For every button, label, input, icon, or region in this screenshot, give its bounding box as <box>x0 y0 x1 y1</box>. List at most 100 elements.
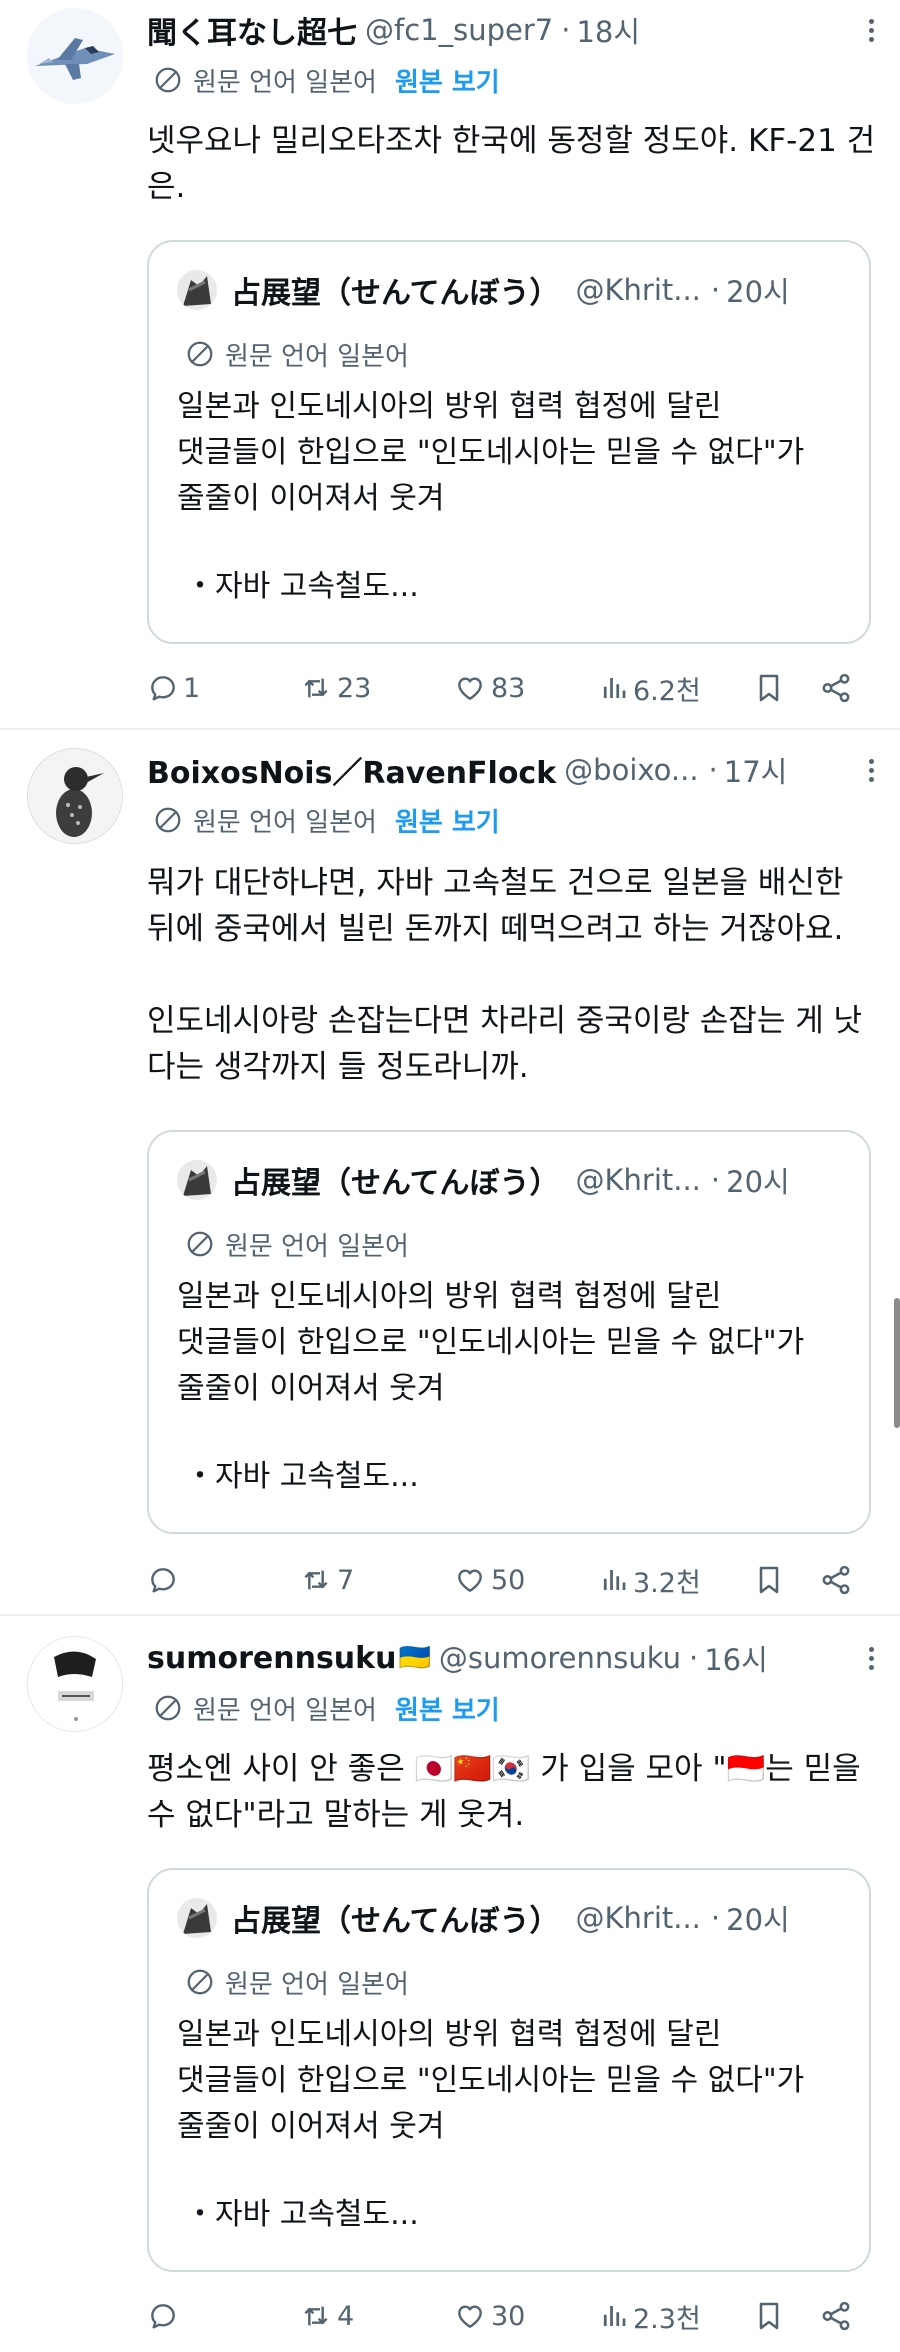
bookmark-button[interactable] <box>753 2292 785 2340</box>
tweet-text: 뭐가 대단하냐면, 자바 고속철도 건으로 일본을 배신한 뒤에 중국에서 빌린… <box>147 860 876 1090</box>
quote-translation-label: 원문 언어 일본어 <box>225 1231 409 1262</box>
repost-button[interactable]: 23 <box>299 664 371 712</box>
share-icon <box>819 671 853 705</box>
avatar[interactable] <box>27 1636 123 1732</box>
tweet-text-part: 가 입을 모아 " <box>530 1751 727 1787</box>
translation-label: 원문 언어 일본어 <box>193 1695 377 1726</box>
separator: · <box>710 1901 721 1935</box>
repost-icon <box>299 1564 333 1596</box>
quoted-tweet[interactable]: 占展望（せんてんぼう） @Khrit... · 20시 원문 언어 일본어 일본… <box>147 1868 871 2272</box>
jet-avatar-icon <box>27 8 123 104</box>
like-icon <box>453 672 487 704</box>
avatar[interactable] <box>27 8 123 104</box>
display-name[interactable]: BoixosNois／RavenFlock <box>147 748 556 792</box>
show-original-link[interactable]: 원본 보기 <box>395 62 500 99</box>
views-button[interactable]: 3.2천 <box>599 1556 701 1604</box>
reply-icon <box>147 2300 179 2332</box>
translate-icon <box>185 1967 215 1997</box>
flag-emoji: 🇮🇩 <box>726 1751 766 1787</box>
views-button[interactable]: 2.3천 <box>599 2292 701 2340</box>
translate-icon <box>153 805 183 835</box>
view-count: 3.2천 <box>633 1567 701 1599</box>
more-icon[interactable] <box>856 748 886 792</box>
display-name[interactable]: sumorennsuku <box>147 1641 396 1676</box>
quoted-tweet[interactable]: 占展望（せんてんぼう） @Khrit... · 20시 원문 언어 일본어 일본… <box>147 240 871 644</box>
translation-row: 원문 언어 일본어 원본 보기 <box>153 800 500 840</box>
share-button[interactable] <box>819 664 853 712</box>
avatar[interactable] <box>27 748 123 844</box>
view-count: 6.2천 <box>633 675 701 707</box>
translation-label: 원문 언어 일본어 <box>193 67 377 98</box>
more-icon[interactable] <box>856 1636 886 1680</box>
reply-button[interactable]: 1 <box>147 664 200 712</box>
show-original-link[interactable]: 원본 보기 <box>395 802 500 839</box>
like-count: 83 <box>491 672 526 704</box>
separator: · <box>561 13 571 47</box>
like-icon <box>453 1564 487 1596</box>
show-original-link[interactable]: 원본 보기 <box>395 1690 500 1727</box>
user-handle[interactable]: @fc1_super7 <box>365 13 553 47</box>
quote-line: 줄줄이 이어져서 웃겨 <box>177 1371 445 1406</box>
quote-header: 占展望（せんてんぼう） @Khrit... · 20시 <box>177 1896 790 1940</box>
views-button[interactable]: 6.2천 <box>599 664 701 712</box>
tweet-paragraph: 넷우요나 밀리오타조차 한국에 동정할 정도야. KF-21 건은. <box>147 123 876 205</box>
name-flag: 🇺🇦 <box>398 1643 431 1673</box>
bookmark-button[interactable] <box>753 664 785 712</box>
display-name[interactable]: 聞く耳なし超七 <box>147 8 357 52</box>
quote-bullet: ・자바 고속철도... <box>185 1459 419 1494</box>
repost-count: 7 <box>337 1564 355 1596</box>
raven-avatar-icon <box>28 749 122 843</box>
quote-handle: @Khrit... <box>575 1163 701 1197</box>
reply-button[interactable] <box>147 1556 183 1604</box>
timestamp[interactable]: 16시 <box>704 1637 768 1679</box>
separator: · <box>710 273 721 307</box>
tweet-header: BoixosNois／RavenFlock @boixo... · 17시 <box>147 748 880 792</box>
tweet[interactable]: sumorennsuku 🇺🇦 @sumorennsuku · 16시 원문 언… <box>0 1616 900 2352</box>
bookmark-icon <box>753 2299 785 2333</box>
translate-icon <box>185 339 215 369</box>
reply-button[interactable] <box>147 2292 183 2340</box>
reply-count: 1 <box>183 672 201 704</box>
like-count: 30 <box>491 2300 526 2332</box>
quote-avatar <box>177 1160 217 1200</box>
quote-text: 일본과 인도네시아의 방위 협력 협정에 달린 댓글들이 한입으로 "인도네시아… <box>177 1274 849 1412</box>
like-button[interactable]: 50 <box>453 1556 525 1604</box>
like-button[interactable]: 30 <box>453 2292 525 2340</box>
like-button[interactable]: 83 <box>453 664 525 712</box>
translate-icon <box>153 1693 183 1723</box>
flag-emojis: 🇯🇵🇨🇳🇰🇷 <box>414 1751 531 1787</box>
repost-button[interactable]: 7 <box>299 1556 354 1604</box>
quote-bullet: ・자바 고속철도... <box>185 569 419 604</box>
scrollbar[interactable] <box>894 1298 900 1428</box>
quote-line: 댓글들이 한입으로 "인도네시아는 믿을 수 없다"가 <box>177 1325 805 1360</box>
like-icon <box>453 2300 487 2332</box>
bookmark-icon <box>753 1563 785 1597</box>
view-count: 2.3천 <box>633 2303 701 2335</box>
quote-bullet: ・자바 고속철도... <box>185 2197 419 2232</box>
timestamp[interactable]: 18시 <box>576 9 640 51</box>
quote-handle: @Khrit... <box>575 1901 701 1935</box>
views-icon <box>599 2300 629 2332</box>
user-handle[interactable]: @boixo... <box>564 753 698 787</box>
views-icon <box>599 672 629 704</box>
quote-text: 일본과 인도네시아의 방위 협력 협정에 달린 댓글들이 한입으로 "인도네시아… <box>177 384 849 522</box>
quote-line: 일본과 인도네시아의 방위 협력 협정에 달린 <box>177 1279 722 1314</box>
tweet[interactable]: 聞く耳なし超七 @fc1_super7 · 18시 원문 언어 일본어 원본 보… <box>0 0 900 728</box>
bookmark-button[interactable] <box>753 1556 785 1604</box>
repost-button[interactable]: 4 <box>299 2292 354 2340</box>
quote-header: 占展望（せんてんぼう） @Khrit... · 20시 <box>177 1158 790 1202</box>
tweet-text: 넷우요나 밀리오타조차 한국에 동정할 정도야. KF-21 건은. <box>147 118 876 210</box>
share-button[interactable] <box>819 1556 853 1604</box>
quote-timestamp: 20시 <box>726 1903 790 1937</box>
more-icon[interactable] <box>856 8 886 52</box>
timestamp[interactable]: 17시 <box>724 749 788 791</box>
tweet[interactable]: BoixosNois／RavenFlock @boixo... · 17시 원문… <box>0 730 900 1614</box>
action-bar: 7 50 3.2천 <box>147 1556 867 1604</box>
share-button[interactable] <box>819 2292 853 2340</box>
translate-icon <box>185 1229 215 1259</box>
repost-count: 23 <box>337 672 372 704</box>
user-handle[interactable]: @sumorennsuku <box>439 1641 681 1675</box>
quoted-tweet[interactable]: 占展望（せんてんぼう） @Khrit... · 20시 원문 언어 일본어 일본… <box>147 1130 871 1534</box>
quote-timestamp: 20시 <box>726 1165 790 1199</box>
views-icon <box>599 1564 629 1596</box>
